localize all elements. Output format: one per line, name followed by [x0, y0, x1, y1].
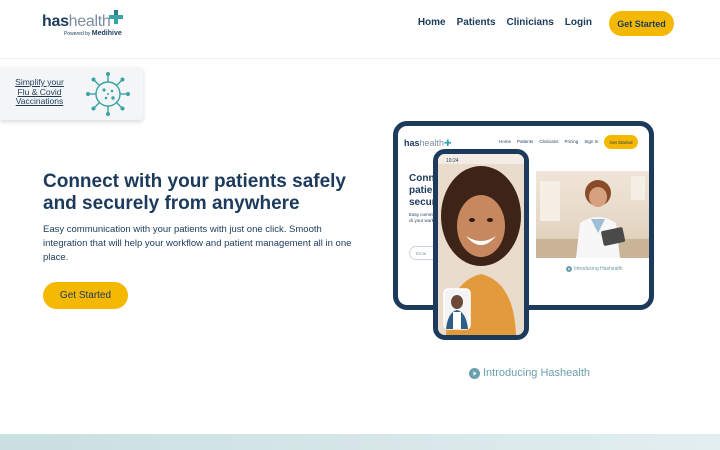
mockup-intro-link: Introducing Hashealth [566, 266, 623, 272]
nav-login[interactable]: Login [565, 17, 592, 29]
medical-cross-icon [109, 10, 123, 24]
nav-patients[interactable]: Patients [457, 17, 496, 29]
phone-mockup: 10:24 [433, 149, 529, 340]
play-circle-icon [566, 266, 572, 272]
hero-description: Easy communication with your patients wi… [43, 224, 352, 263]
nav-home[interactable]: Home [418, 17, 446, 29]
mockup-logo: hashealth✚ [404, 138, 452, 148]
play-circle-icon [469, 368, 480, 379]
header-divider [0, 58, 720, 59]
hashealth-logo[interactable]: hashealth Powered by Medihive [42, 10, 132, 40]
vaccination-promo-link[interactable]: Simplify your Flu & Covid Vaccinations [12, 77, 67, 107]
header-get-started-button[interactable]: Get Started [609, 11, 674, 36]
site-header: hashealth Powered by Medihive Home Patie… [0, 0, 720, 48]
nav-clinicians[interactable]: Clinicians [507, 17, 554, 29]
phone-status-time: 10:24 [446, 158, 459, 164]
hero-title: Connect with your patients safely and se… [43, 171, 346, 214]
logo-powered-by: Powered by Medihive [64, 30, 122, 37]
mockup-nav: Home Patients Clinicians Pricing Sign In [499, 139, 599, 144]
main-nav: Home Patients Clinicians Login [418, 17, 592, 29]
doctor-photo [536, 171, 649, 258]
hero-get-started-button[interactable]: Get Started [43, 282, 128, 309]
virus-icon [86, 72, 130, 116]
next-section-band [0, 434, 720, 450]
mockup-get-started: Get Started [604, 135, 638, 149]
introducing-hashealth-link[interactable]: Introducing Hashealth [469, 367, 590, 380]
mockup-title: Conn patie secur [409, 173, 436, 208]
video-call-illustration: 10:24 [438, 154, 524, 335]
doctor-illustration [536, 176, 649, 258]
vaccination-promo-card[interactable]: Simplify your Flu & Covid Vaccinations [0, 67, 143, 120]
logo-wordmark: hashealth [42, 13, 111, 30]
